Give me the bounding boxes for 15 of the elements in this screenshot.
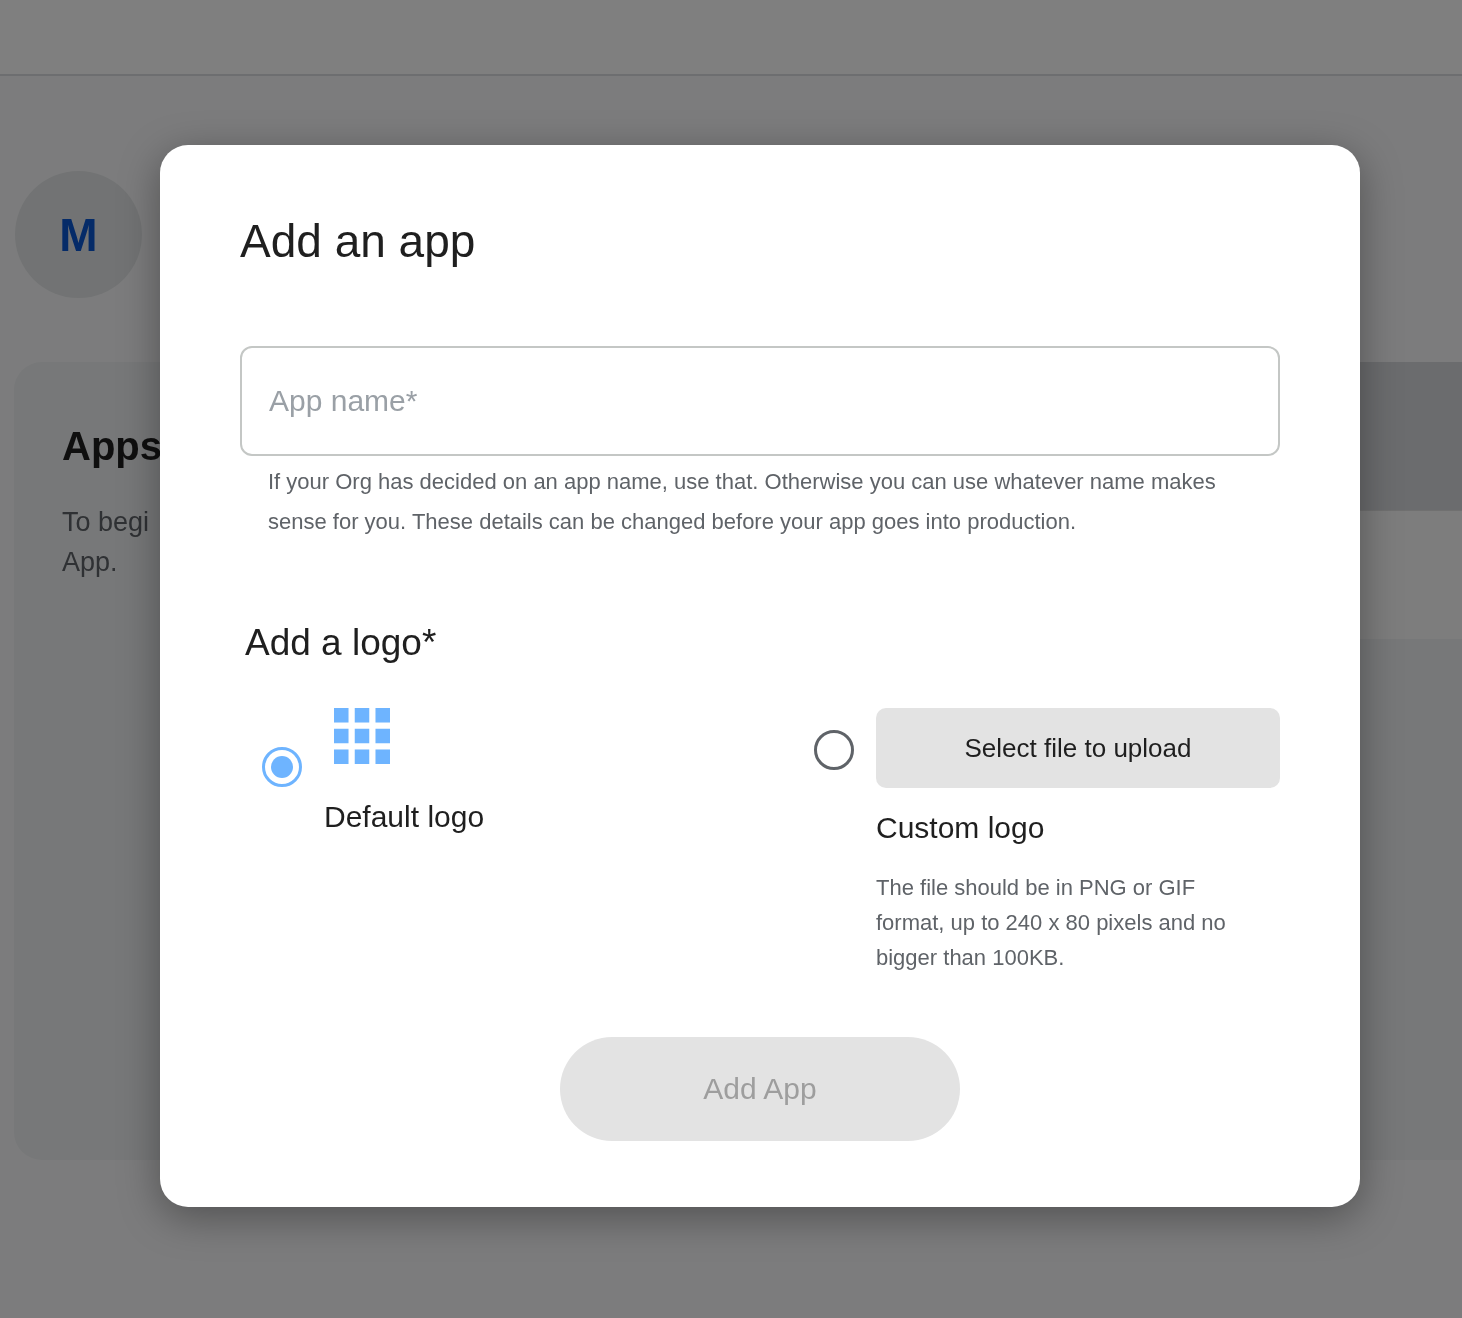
- option-label: Default logo: [324, 799, 485, 835]
- card-title: Apps: [62, 423, 163, 470]
- option-label: Custom logo: [876, 810, 1046, 846]
- app-grid-icon: [334, 708, 390, 764]
- card-description: To begi: [62, 506, 151, 539]
- file-requirements-text: The file should be in PNG or GIF format, up to 240 x 80 pixels and no bigger than 100KB.: [876, 874, 1227, 972]
- radio-button[interactable]: [262, 747, 302, 787]
- dialog-title: Add an app: [240, 214, 477, 269]
- radio-button[interactable]: [814, 730, 854, 770]
- card-description: App.: [62, 546, 119, 579]
- upload-button[interactable]: Select file to upload: [876, 708, 1280, 788]
- app-name-field[interactable]: App name*: [240, 346, 1280, 456]
- helper-text: If your Org has decided on an app name, use that. Otherwise you can use whatever name makes sense for you. These details can be changed before your app goes into production.: [268, 468, 1217, 536]
- avatar[interactable]: M: [15, 171, 142, 298]
- section-title: Add a logo*: [245, 621, 438, 665]
